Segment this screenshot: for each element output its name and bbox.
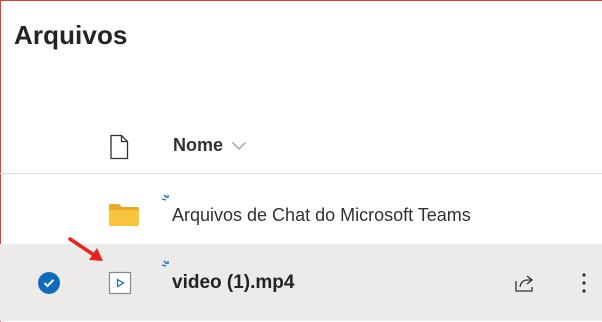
file-name: video (1).mp4 — [172, 272, 295, 293]
video-file-icon — [108, 271, 132, 295]
chevron-down-icon — [232, 141, 246, 150]
name-column-header[interactable]: Nome — [173, 135, 247, 156]
more-options-icon[interactable] — [578, 269, 590, 297]
checkmark-icon — [43, 279, 55, 288]
page-title: Arquivos — [14, 20, 128, 50]
folder-icon — [109, 204, 139, 226]
annotation-arrow-icon — [68, 237, 103, 261]
list-item-folder[interactable]: Arquivos de Chat do Microsoft Teams — [0, 174, 602, 245]
column-header-row: Nome — [0, 121, 602, 174]
new-item-icon — [161, 260, 169, 267]
file-type-column-icon[interactable] — [107, 134, 131, 160]
folder-name: Arquivos de Chat do Microsoft Teams — [172, 205, 471, 225]
share-icon[interactable] — [513, 272, 535, 294]
selected-checkmark-icon[interactable] — [38, 272, 60, 294]
name-column-label: Nome — [173, 135, 224, 155]
